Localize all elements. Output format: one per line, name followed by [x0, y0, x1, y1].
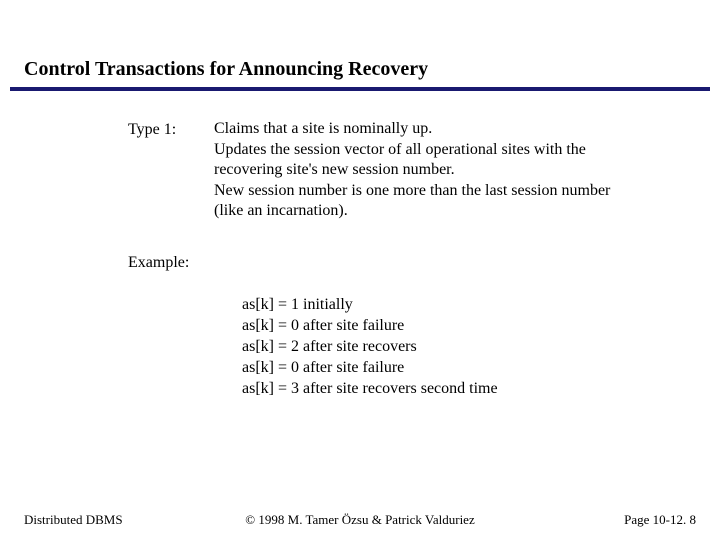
- example-line: as[k] = 0 after site failure: [242, 357, 696, 378]
- content-area: Type 1: Claims that a site is nominally …: [0, 91, 720, 400]
- type1-body: Claims that a site is nominally up. Upda…: [214, 119, 696, 222]
- example-row: Example:: [24, 252, 696, 272]
- type1-row: Type 1: Claims that a site is nominally …: [24, 119, 696, 222]
- example-line: as[k] = 1 initially: [242, 294, 696, 315]
- page-title: Control Transactions for Announcing Reco…: [0, 0, 720, 87]
- type1-para: New session number is one more than the …: [214, 181, 636, 221]
- footer-center: © 1998 M. Tamer Özsu & Patrick Valduriez: [245, 512, 474, 528]
- example-line: as[k] = 2 after site recovers: [242, 336, 696, 357]
- footer: Distributed DBMS © 1998 M. Tamer Özsu & …: [0, 512, 720, 528]
- footer-left: Distributed DBMS: [24, 512, 123, 528]
- example-label: Example:: [24, 252, 214, 272]
- slide: Control Transactions for Announcing Reco…: [0, 0, 720, 540]
- example-line: as[k] = 3 after site recovers second tim…: [242, 378, 696, 399]
- example-lines: as[k] = 1 initially as[k] = 0 after site…: [24, 274, 696, 400]
- example-body-empty: [214, 252, 696, 272]
- footer-right: Page 10-12. 8: [624, 512, 696, 528]
- type1-para: Claims that a site is nominally up.: [214, 119, 636, 139]
- example-line: as[k] = 0 after site failure: [242, 315, 696, 336]
- type1-para: Updates the session vector of all operat…: [214, 140, 636, 180]
- type1-label: Type 1:: [24, 119, 214, 222]
- example-block: Example: as[k] = 1 initially as[k] = 0 a…: [24, 252, 696, 400]
